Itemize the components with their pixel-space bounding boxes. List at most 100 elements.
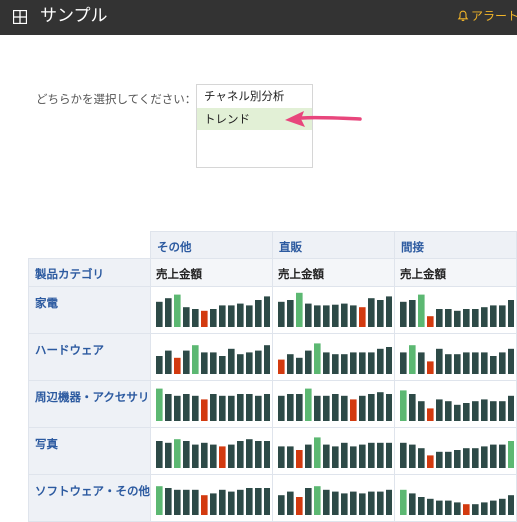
sparkline-bar <box>508 395 514 421</box>
sparkline-bar <box>323 444 330 468</box>
sparkline-bar <box>278 446 285 468</box>
sparkline-bar <box>264 394 270 421</box>
sparkline-cell[interactable] <box>272 380 395 428</box>
sparkline-bar <box>418 352 425 374</box>
category-row-header[interactable]: 周辺機器・アクセサリ <box>28 380 151 428</box>
sparkline-bar <box>332 354 339 374</box>
option-channel-analysis[interactable]: チャネル別分析 <box>197 85 312 107</box>
sparkline-bar <box>210 493 217 515</box>
sparkline-bar <box>472 401 479 421</box>
sparkline-bar <box>174 395 181 421</box>
sparkline-bar <box>341 354 348 374</box>
sparkline-bar <box>481 352 488 374</box>
sparkline-bar <box>350 305 357 327</box>
sparkline-bar <box>165 442 172 468</box>
sparkline-bar <box>201 495 208 515</box>
sparkline-bar <box>454 404 461 421</box>
sparkline-bar <box>409 345 416 374</box>
sparkline-bar <box>255 350 262 374</box>
sparkline-bar <box>409 394 416 421</box>
sparkline-cell[interactable] <box>272 333 395 381</box>
sparkline-cell[interactable] <box>272 427 395 475</box>
sparkline-bar <box>264 296 270 327</box>
category-row-header[interactable]: ハードウェア <box>28 333 151 381</box>
channel-header[interactable]: その他 <box>150 231 273 259</box>
sparkline-bar <box>174 294 181 327</box>
sparkline-bar <box>255 488 262 515</box>
sparkline-cell[interactable] <box>394 286 517 334</box>
category-row-header[interactable]: 写真 <box>28 427 151 475</box>
sparkline-bar <box>481 307 488 327</box>
sparkline-bar <box>219 489 226 515</box>
sparkline-bar <box>246 305 253 327</box>
sparkline-cell[interactable] <box>394 380 517 428</box>
sparkline-bar <box>490 401 497 421</box>
sparkline-bar <box>436 500 443 515</box>
sparkline-bar <box>219 305 226 327</box>
sparkline-cell[interactable] <box>150 474 273 522</box>
sparkline-bar <box>305 444 312 468</box>
channel-header[interactable]: 間接 <box>394 231 517 259</box>
sparkline-bar <box>228 305 235 327</box>
corner-cell <box>28 231 151 259</box>
sparkline-bar <box>296 497 303 515</box>
sparkline-bar <box>463 352 470 374</box>
sparkline-bar <box>165 350 172 374</box>
sparkline-cell[interactable] <box>394 333 517 381</box>
trend-table: その他 直販 間接 製品カテゴリ 売上金額 売上金額 売上金額 家電 ハードウェ… <box>28 231 517 522</box>
sparkline-bar <box>508 495 514 515</box>
sparkline-bar <box>174 439 181 468</box>
category-column-header[interactable]: 製品カテゴリ <box>28 258 151 287</box>
sparkline-bar <box>359 493 366 515</box>
sparkline-bar <box>463 403 470 421</box>
sparkline-cell[interactable] <box>150 427 273 475</box>
sparkline-bar <box>368 298 375 327</box>
sparkline-bar <box>323 395 330 421</box>
sparkline-bar <box>418 497 425 515</box>
sparkline-bar <box>386 347 392 374</box>
app-grid-icon[interactable] <box>13 10 27 24</box>
bell-icon <box>457 10 469 22</box>
sparkline-bar <box>255 395 262 421</box>
sparkline-bar <box>174 357 181 374</box>
sparkline-bar <box>499 401 506 421</box>
sparkline-bar <box>508 300 514 327</box>
sparkline-bar <box>386 442 392 468</box>
sparkline-bar <box>192 395 199 421</box>
sparkline-bar <box>278 301 285 327</box>
sparkline-cell[interactable] <box>394 474 517 522</box>
sparkline-cell[interactable] <box>394 427 517 475</box>
sparkline-cell[interactable] <box>150 286 273 334</box>
sparkline-bar <box>287 394 294 421</box>
alerts-button[interactable]: アラート <box>457 8 517 24</box>
sparkline-cell[interactable] <box>272 286 395 334</box>
sparkline-bar <box>499 498 506 515</box>
sparkline-bar <box>341 493 348 515</box>
sparkline-bar <box>201 399 208 421</box>
sparkline-bar <box>350 399 357 421</box>
sparkline-bar <box>418 401 425 421</box>
category-row-header[interactable]: ソフトウェア・その他 <box>28 474 151 522</box>
sparkline-bar <box>427 361 434 374</box>
sparkline-bar <box>418 294 425 327</box>
sparkline-bar <box>359 395 366 421</box>
sparkline <box>156 294 270 327</box>
channel-header[interactable]: 直販 <box>272 231 395 259</box>
sparkline-cell[interactable] <box>272 474 395 522</box>
sparkline-bar <box>201 442 208 468</box>
sparkline-bar <box>463 448 470 468</box>
sparkline-bar <box>400 352 407 374</box>
sparkline-bar <box>454 354 461 374</box>
sparkline-bar <box>436 348 443 374</box>
sparkline <box>278 343 392 374</box>
sparkline-bar <box>368 394 375 421</box>
sparkline-bar <box>314 437 321 468</box>
sparkline <box>400 345 514 374</box>
category-row-header[interactable]: 家電 <box>28 286 151 334</box>
sparkline-bar <box>314 486 321 515</box>
sparkline-cell[interactable] <box>150 333 273 381</box>
sparkline-bar <box>386 296 392 327</box>
sparkline-cell[interactable] <box>150 380 273 428</box>
sparkline-bar <box>296 292 303 327</box>
sparkline-bar <box>377 442 384 468</box>
